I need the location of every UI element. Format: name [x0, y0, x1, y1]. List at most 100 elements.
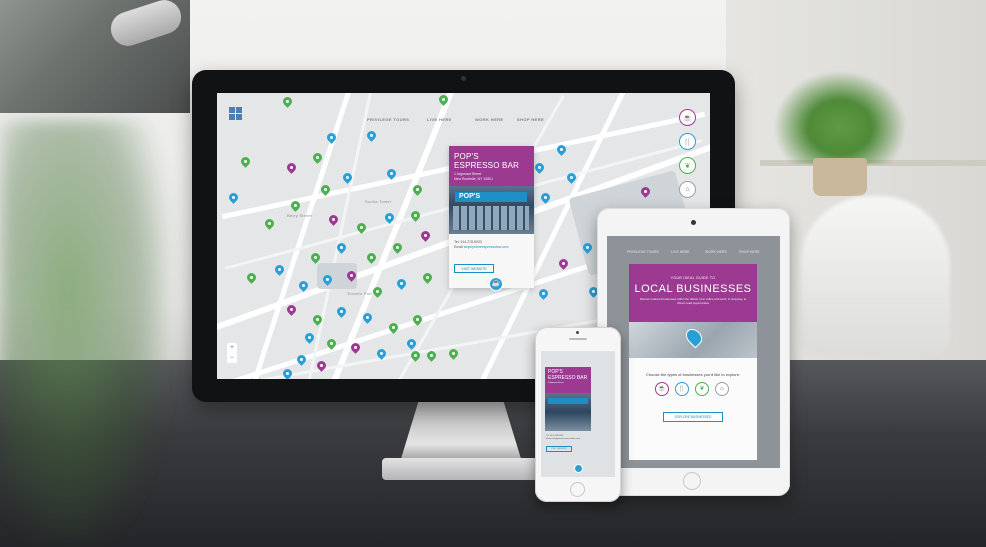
- map-pin-icon[interactable]: [319, 183, 332, 196]
- popup-email-link[interactable]: stopbystoreespressobar.com: [464, 245, 509, 249]
- map-pin-icon[interactable]: [315, 359, 328, 372]
- map-pin-icon[interactable]: [341, 171, 354, 184]
- map-pin-icon[interactable]: [303, 331, 316, 344]
- map-pin-center: [354, 345, 357, 349]
- map-pin-icon[interactable]: [537, 287, 550, 300]
- ipad-screen: PRIVILEGE TOURS LIVE HERE WORK HERE SHOP…: [607, 236, 780, 468]
- map-pin-icon[interactable]: [289, 199, 302, 212]
- map-pin-center: [294, 203, 297, 207]
- map-pin-icon[interactable]: [227, 191, 240, 204]
- map-pin-icon[interactable]: [361, 311, 374, 324]
- inset-photo: [0, 0, 190, 113]
- category-picker: ☕ 🍴 ❦ ⌂: [655, 382, 735, 398]
- map-pin-icon[interactable]: [395, 277, 408, 290]
- map-pin-icon[interactable]: [425, 349, 438, 362]
- map-pin-center: [570, 175, 573, 179]
- map-pin-icon[interactable]: [349, 341, 362, 354]
- leaf-icon[interactable]: ❦: [679, 157, 696, 174]
- selected-coffee-pin-icon[interactable]: ☕: [489, 277, 503, 291]
- cutlery-icon[interactable]: 🍴: [679, 133, 696, 150]
- map-pin-icon[interactable]: [263, 217, 276, 230]
- map-pin-icon[interactable]: [411, 183, 424, 196]
- ipad-nav-work[interactable]: WORK HERE: [705, 250, 727, 254]
- map-pin-icon[interactable]: [311, 151, 324, 164]
- map-pin-icon[interactable]: [555, 143, 568, 156]
- map-pin-center: [340, 245, 343, 249]
- map-pin-icon[interactable]: [391, 241, 404, 254]
- cutlery-icon[interactable]: 🍴: [675, 382, 689, 396]
- iphone-selected-pin-icon[interactable]: [574, 464, 583, 473]
- map-pin-icon[interactable]: [355, 221, 368, 234]
- ipad-nav-live[interactable]: LIVE HERE: [671, 250, 689, 254]
- coffee-cup-icon[interactable]: ☕: [679, 109, 696, 126]
- map-pin-icon[interactable]: [335, 241, 348, 254]
- map-pin-icon[interactable]: [365, 251, 378, 264]
- map-pin-icon[interactable]: [325, 337, 338, 350]
- explore-businesses-button[interactable]: EXPLORE BUSINESSES: [663, 412, 723, 422]
- nav-link-live[interactable]: LIVE HERE: [427, 117, 452, 122]
- map-pin-center: [442, 97, 445, 101]
- map-pin-icon[interactable]: [239, 155, 252, 168]
- map-pin-icon[interactable]: [325, 131, 338, 144]
- map-pin-center: [286, 99, 289, 103]
- map-pin-icon[interactable]: [365, 129, 378, 142]
- map-pin-icon[interactable]: [281, 95, 294, 108]
- map-pin-icon[interactable]: [405, 337, 418, 350]
- map-pin-icon[interactable]: [309, 251, 322, 264]
- map-pin-icon[interactable]: [285, 161, 298, 174]
- map-pin-icon[interactable]: [273, 263, 286, 276]
- hanger-icon[interactable]: ⌂: [679, 181, 696, 198]
- map-pin-icon[interactable]: [285, 303, 298, 316]
- map-pin-icon[interactable]: [409, 349, 422, 362]
- map-pin-icon[interactable]: [345, 269, 358, 282]
- hanger-icon[interactable]: ⌂: [715, 382, 729, 396]
- visit-website-button[interactable]: VISIT WEBSITE: [454, 264, 494, 273]
- nav-link-work[interactable]: WORK HERE: [475, 117, 504, 122]
- map-pin-icon[interactable]: [539, 191, 552, 204]
- zoom-out-button[interactable]: −: [227, 353, 237, 363]
- map-pin-icon[interactable]: [533, 161, 546, 174]
- map-pin-center: [376, 289, 379, 293]
- ipad-nav-shop[interactable]: SHOP HERE: [739, 250, 760, 254]
- iphone-home-button[interactable]: [570, 482, 585, 497]
- map-pin-icon[interactable]: [245, 271, 258, 284]
- map-pin-icon[interactable]: [565, 171, 578, 184]
- map-pin-icon[interactable]: [387, 321, 400, 334]
- map-pin-icon[interactable]: [419, 229, 432, 242]
- map-pin-center: [370, 255, 373, 259]
- iphone-visit-website-button[interactable]: VISIT WEBSITE: [546, 446, 572, 452]
- map-pin-center: [416, 187, 419, 191]
- map-pin-icon[interactable]: [639, 185, 652, 198]
- map-street-label: Berry Street: [287, 213, 312, 218]
- map-pin-icon[interactable]: [411, 313, 424, 326]
- map-pin-icon[interactable]: [335, 305, 348, 318]
- map-pin-icon[interactable]: [281, 367, 294, 379]
- ipad-home-button[interactable]: [683, 472, 701, 490]
- site-logo[interactable]: [229, 107, 243, 121]
- leaf-icon[interactable]: ❦: [695, 382, 709, 396]
- map-pin-icon[interactable]: [385, 167, 398, 180]
- map-pin-icon[interactable]: [311, 313, 324, 326]
- map-pin-icon[interactable]: [295, 353, 308, 366]
- map-pin-icon[interactable]: [437, 93, 450, 106]
- map-pin-center: [340, 309, 343, 313]
- map-pin-icon[interactable]: [383, 211, 396, 224]
- imac-stand: [400, 402, 522, 462]
- coffee-cup-icon[interactable]: ☕: [655, 382, 669, 396]
- nav-link-tours[interactable]: PRIVILEGE TOURS: [367, 117, 409, 122]
- map-pin-icon[interactable]: [375, 347, 388, 360]
- map-pin-icon[interactable]: [371, 285, 384, 298]
- zoom-in-button[interactable]: +: [227, 343, 237, 353]
- welcome-header: YOUR IDEAL GUIDE TO LOCAL BUSINESSES Dis…: [629, 264, 757, 322]
- map-pin-icon[interactable]: [447, 347, 460, 360]
- map-pin-icon[interactable]: [421, 271, 434, 284]
- map-pin-icon[interactable]: [321, 273, 334, 286]
- iphone-popup-email[interactable]: Email stopbystoreespressobar.com: [546, 438, 580, 441]
- map-pin-icon[interactable]: [297, 279, 310, 292]
- nav-link-shop[interactable]: SHOP HERE: [517, 117, 544, 122]
- ipad-nav-tours[interactable]: PRIVILEGE TOURS: [627, 250, 659, 254]
- map-pin-icon[interactable]: [557, 257, 570, 270]
- map-pin-icon[interactable]: [581, 241, 594, 254]
- map-pin-icon[interactable]: [409, 209, 422, 222]
- map-pin-icon[interactable]: [327, 213, 340, 226]
